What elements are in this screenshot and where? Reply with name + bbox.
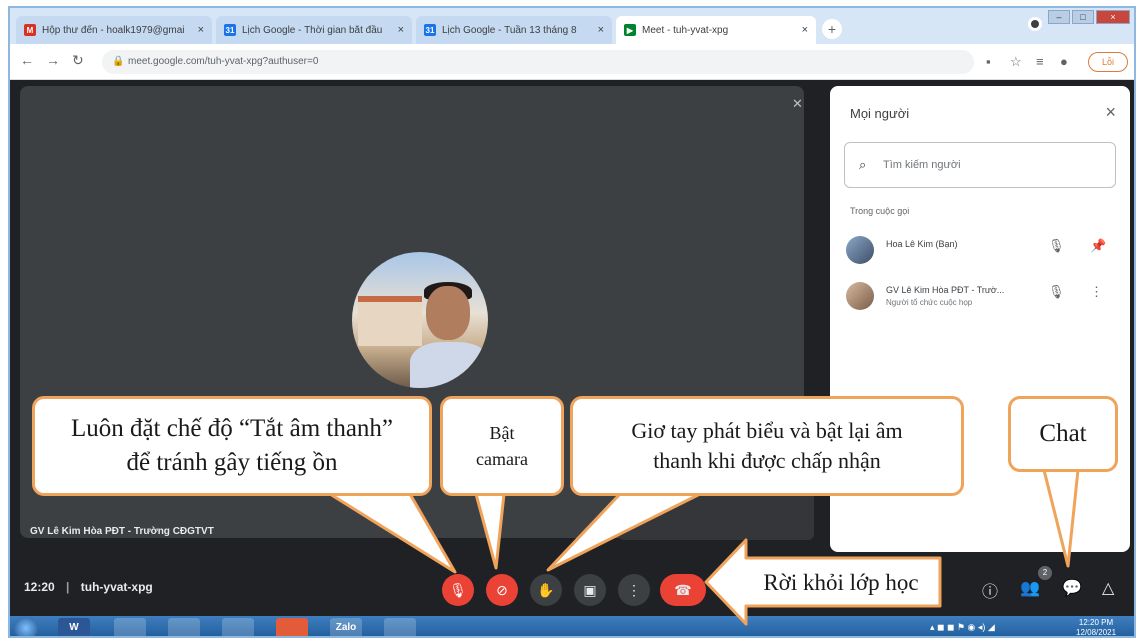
screen-frame: M Hộp thư đến - hoalk1979@gmai × 31 Lịch… (8, 6, 1136, 638)
in-call-section-label: Trong cuộc gọi (850, 206, 910, 216)
raise-hand-instruction-callout: Giơ tay phát biểu và bật lại âm thanh kh… (570, 396, 964, 496)
chrome-icon[interactable] (384, 618, 416, 636)
hang-up-icon: ☎ (674, 582, 692, 598)
anydesk-icon[interactable] (276, 618, 308, 636)
browser-toolbar: ← → ↻ 🔒 meet.google.com/tuh-yvat-xpg?aut… (10, 44, 1134, 80)
reading-list-icon[interactable]: ≡ (1036, 54, 1044, 69)
mute-instruction-callout: Luôn đặt chế độ “Tắt âm thanh” để tránh … (32, 396, 432, 496)
meet-control-bar: 12:20 | tuh-yvat-xpg 🎙 ⊘ ✋ ▣ ⋮ ☎ ⓘ 👥 2 💬… (10, 560, 1134, 616)
camera-off-icon: ⊘ (496, 582, 508, 598)
avatar (846, 236, 874, 264)
meeting-time: 12:20 (24, 580, 55, 594)
panel-title: Mọi người (850, 106, 910, 121)
camera-instruction-callout: Bật camara (440, 396, 564, 496)
browser-profile-icon[interactable] (1028, 17, 1042, 31)
close-tab-icon[interactable]: × (398, 24, 404, 36)
camera-permission-icon[interactable]: ▪ (986, 54, 991, 69)
tab-calendar-2[interactable]: 31 Lịch Google - Tuần 13 tháng 8 × (416, 16, 612, 44)
tab-title: Meet - tuh-yvat-xpg (642, 24, 729, 36)
url-text: meet.google.com/tuh-yvat-xpg?authuser=0 (128, 56, 319, 67)
hand-icon: ✋ (537, 582, 555, 598)
close-tab-icon[interactable]: × (198, 24, 204, 36)
back-arrow-icon[interactable]: ← (20, 52, 34, 68)
reload-icon[interactable]: ↻ (72, 52, 84, 69)
participant-name: GV Lê Kim Hòa PĐT - Trườ... (886, 285, 1005, 295)
gmail-icon: M (24, 24, 36, 36)
activities-icon[interactable]: △ (1102, 578, 1114, 598)
pin-icon[interactable]: 📌 (1090, 238, 1106, 254)
minimize-button[interactable]: – (1048, 10, 1070, 24)
media-player-icon[interactable] (168, 618, 200, 636)
tab-title: Hộp thư đến - hoalk1979@gmai (42, 24, 185, 36)
search-placeholder: Tìm kiếm người (883, 159, 961, 171)
participant-avatar (352, 252, 488, 388)
camera-toggle-button[interactable]: ⊘ (486, 574, 518, 606)
profile-avatar-icon[interactable]: ● (1060, 54, 1068, 69)
more-options-icon: ⋮ (627, 582, 641, 598)
browser-tab-strip: M Hộp thư đến - hoalk1979@gmai × 31 Lịch… (10, 8, 1134, 44)
maximize-button[interactable]: □ (1072, 10, 1094, 24)
close-tab-icon[interactable]: × (598, 24, 604, 36)
close-window-button[interactable]: × (1096, 10, 1130, 24)
tab-gmail[interactable]: M Hộp thư đến - hoalk1979@gmai × (16, 16, 212, 44)
more-options-icon[interactable]: ⋮ (1090, 284, 1103, 300)
new-tab-button[interactable]: + (822, 19, 842, 39)
update-button[interactable]: Lỗi (1088, 52, 1128, 72)
avatar (846, 282, 874, 310)
clock-date: 12/08/2021 (1076, 628, 1117, 637)
people-icon[interactable]: 👥 (1020, 578, 1040, 598)
calendar-icon: 31 (424, 24, 436, 36)
search-people-input[interactable]: ⌕ Tìm kiếm người (844, 142, 1116, 188)
meeting-info: 12:20 | tuh-yvat-xpg (24, 580, 153, 594)
search-icon: ⌕ (859, 157, 867, 172)
mic-off-icon: ✕ (792, 96, 803, 111)
tab-meet[interactable]: ▶ Meet - tuh-yvat-xpg × (616, 16, 816, 44)
system-tray[interactable]: ▴ ◼ ◼ ⚑ ◉ ◂) ◢ (930, 622, 995, 633)
file-explorer-icon[interactable] (114, 618, 146, 636)
mic-off-icon: 🎙 (1048, 238, 1065, 253)
tab-calendar-1[interactable]: 31 Lịch Google - Thời gian bắt đầu × (216, 16, 412, 44)
participant-role: Người tổ chức cuộc họp (886, 298, 973, 307)
chrome-icon[interactable] (222, 618, 254, 636)
meet-icon: ▶ (624, 24, 636, 36)
zalo-icon[interactable]: Zalo (330, 618, 362, 636)
mic-off-icon: 🎙 (1048, 284, 1065, 299)
leave-instruction-callout: Rời khỏi lớp học (763, 570, 919, 595)
people-count-badge: 2 (1038, 566, 1052, 580)
present-icon: ▣ (583, 582, 597, 598)
close-icon[interactable]: × (1105, 102, 1116, 123)
participant-row[interactable]: Hoa Lê Kim (Bạn) 🎙 📌 (846, 232, 1118, 270)
window-controls: – □ × (1048, 10, 1130, 24)
bookmark-star-icon[interactable]: ☆ (1010, 54, 1022, 70)
lock-icon: 🔒 (112, 56, 125, 67)
close-tab-icon[interactable]: × (802, 24, 808, 36)
more-options-button[interactable]: ⋮ (618, 574, 650, 606)
mic-toggle-button[interactable]: 🎙 (442, 574, 474, 606)
address-bar[interactable]: 🔒 meet.google.com/tuh-yvat-xpg?authuser=… (102, 50, 974, 74)
leave-call-button[interactable]: ☎ (660, 574, 706, 606)
chat-instruction-callout: Chat (1008, 396, 1118, 472)
tab-title: Lịch Google - Tuần 13 tháng 8 (442, 24, 577, 36)
taskbar-clock[interactable]: 12:20 PM 12/08/2021 (1076, 618, 1117, 637)
chat-icon[interactable]: 💬 (1062, 578, 1082, 598)
raise-hand-button[interactable]: ✋ (530, 574, 562, 606)
start-button[interactable] (14, 617, 38, 636)
participant-name: Hoa Lê Kim (Bạn) (886, 239, 958, 249)
meeting-code: tuh-yvat-xpg (80, 580, 153, 594)
word-app-icon[interactable]: W (58, 618, 90, 636)
calendar-icon: 31 (224, 24, 236, 36)
participant-row[interactable]: GV Lê Kim Hòa PĐT - Trườ... Người tổ chứ… (846, 278, 1118, 316)
stage-participant-name: GV Lê Kim Hòa PĐT - Trường CĐGTVT (30, 526, 214, 537)
tab-title: Lịch Google - Thời gian bắt đầu (242, 24, 383, 36)
meeting-details-icon[interactable]: ⓘ (982, 578, 998, 602)
present-screen-button[interactable]: ▣ (574, 574, 606, 606)
windows-taskbar: W Zalo ▴ ◼ ◼ ⚑ ◉ ◂) ◢ 12:20 PM 12/08/202… (10, 616, 1134, 637)
mic-off-icon: 🎙 (449, 582, 467, 598)
clock-time: 12:20 PM (1078, 618, 1114, 627)
forward-arrow-icon[interactable]: → (46, 52, 60, 68)
